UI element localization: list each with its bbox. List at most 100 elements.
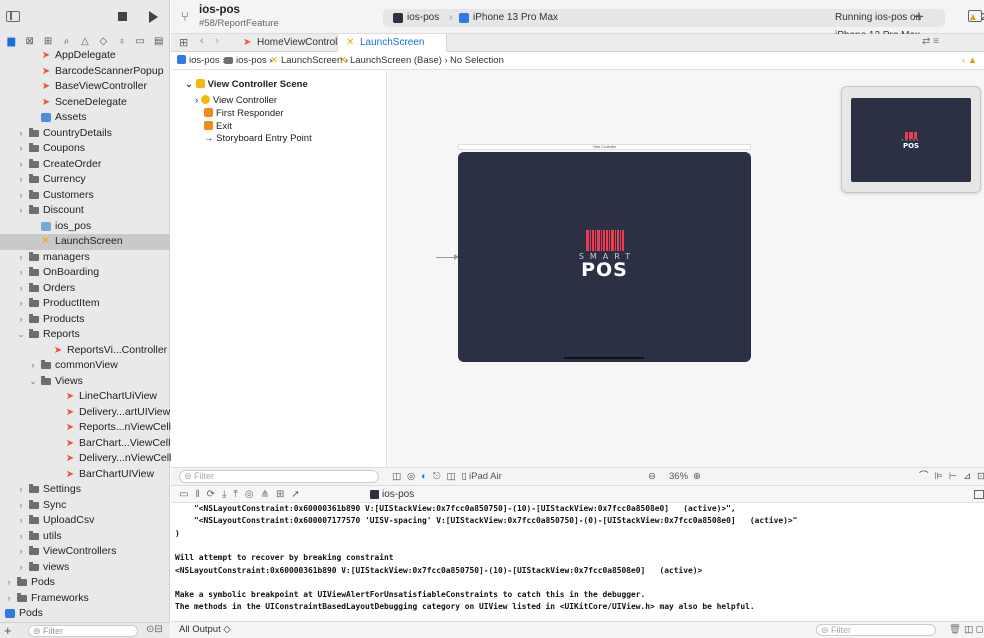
breakpoint-icon[interactable]: ▭	[132, 35, 148, 49]
stop-icon[interactable]	[118, 12, 127, 21]
canvas-minimap[interactable]: SMART POS	[841, 86, 981, 193]
environment-icon[interactable]: ⊞	[276, 489, 291, 500]
breadcrumb-project[interactable]: ios-pos ›	[177, 52, 225, 70]
chevron-right-icon[interactable]: ›	[17, 203, 25, 219]
chevron-right-icon[interactable]: ›	[17, 498, 25, 514]
add-constraints-icon[interactable]: ⊢	[949, 471, 963, 482]
sidebar-item-launchscreen[interactable]: ✕ LaunchScreen	[0, 234, 170, 250]
chevron-right-icon[interactable]: ›	[17, 529, 25, 545]
issue-icon[interactable]: △	[77, 35, 93, 49]
sidebar-item-views[interactable]: ⌄ Views	[0, 374, 170, 390]
library-add-icon[interactable]: +	[914, 7, 924, 27]
chevron-right-icon[interactable]: ›	[17, 141, 25, 157]
chevron-right-icon[interactable]: ›	[29, 358, 37, 374]
zoom-out-icon[interactable]: ⊖	[648, 468, 656, 485]
breadcrumb-file[interactable]: ✕ LaunchScreen ›	[270, 52, 348, 70]
tab-home-view-controller[interactable]: ➤ HomeViewController	[235, 34, 349, 52]
light-mode-icon[interactable]: ◎	[407, 471, 421, 482]
output-selector[interactable]: All Output ◇	[179, 622, 231, 638]
sidebar-item-delivery-nviewcell[interactable]: ➤ Delivery...nViewCell	[0, 451, 172, 467]
run-icon[interactable]	[149, 11, 158, 23]
sidebar-item-appdelegate[interactable]: ➤ AppDelegate	[0, 48, 170, 64]
chevron-down-icon[interactable]: ⌄	[17, 327, 25, 343]
zoom-in-icon[interactable]: ⊕	[693, 468, 701, 485]
sidebar-item-currency[interactable]: › Currency	[0, 172, 170, 188]
chevron-right-icon[interactable]: ›	[17, 126, 25, 142]
outline-view-controller[interactable]: › View Controller	[195, 95, 277, 106]
sidebar-item-uploadcsv[interactable]: › UploadCsv	[0, 513, 170, 529]
sidebar-item-linechartuiview[interactable]: ➤ LineChartUiView	[0, 389, 170, 405]
sidebar-item-products[interactable]: › Products	[0, 312, 170, 328]
sidebar-item-productitem[interactable]: › ProductItem	[0, 296, 170, 312]
branch-name[interactable]: #58/ReportFeature	[199, 18, 279, 29]
sidebar-item-viewcontrollers[interactable]: › ViewControllers	[0, 544, 170, 560]
layout-icon[interactable]: ◫	[447, 471, 462, 482]
location-icon[interactable]: ➚	[291, 489, 306, 500]
sidebar-item-settings[interactable]: › Settings	[0, 482, 170, 498]
forward-icon[interactable]: ›	[215, 35, 219, 47]
update-frames-icon[interactable]: ⌒	[919, 471, 935, 482]
sidebar-item-orders[interactable]: › Orders	[0, 281, 170, 297]
appearance-toggles[interactable]: ◫◎◐⎋◫▯	[392, 468, 473, 485]
trash-icon[interactable]: 🗑	[949, 622, 961, 638]
console-filter-input[interactable]: ⊜ Filter	[816, 624, 936, 636]
scene-title-bar[interactable]: View Controller	[458, 144, 751, 150]
project-name[interactable]: ios-pos	[199, 4, 240, 16]
sidebar-item-reportsvi-controller[interactable]: ➤ ReportsVi...Controller	[0, 343, 170, 359]
navigator-filter-input[interactable]: ⊜ Filter	[28, 625, 138, 637]
add-icon[interactable]: +	[4, 623, 12, 638]
sidebar-item-customers[interactable]: › Customers	[0, 188, 170, 204]
sidebar-item-baseviewcontroller[interactable]: ➤ BaseViewController	[0, 79, 170, 95]
sidebar-item-views[interactable]: › views	[0, 560, 170, 576]
source-control-icon[interactable]: ⊠	[21, 35, 37, 49]
breadcrumb-base[interactable]: ✕ LaunchScreen (Base) ›	[339, 52, 448, 70]
sidebar-item-pods[interactable]: › Pods	[0, 575, 170, 591]
chevron-right-icon[interactable]: ›	[17, 281, 25, 297]
sidebar-item-barcodescannerpopup[interactable]: ➤ BarcodeScannerPopup	[0, 64, 170, 80]
view-debugger-icon[interactable]: ◎	[245, 489, 261, 500]
sidebar-item-countrydetails[interactable]: › CountryDetails	[0, 126, 170, 142]
sidebar-item-utils[interactable]: › utils	[0, 529, 170, 545]
outline-entry-point[interactable]: → Storyboard Entry Point	[204, 133, 312, 144]
sidebar-item-ios-pos[interactable]: ios_pos	[0, 219, 170, 235]
outline-filter-input[interactable]: ⊜ Filter	[179, 470, 379, 483]
sidebar-toggle-icon[interactable]	[6, 11, 20, 22]
chevron-right-icon[interactable]: ›	[17, 157, 25, 173]
back-icon[interactable]: ‹	[200, 35, 204, 47]
chevron-right-icon[interactable]: ›	[0, 606, 1, 622]
chevron-right-icon[interactable]: ›	[17, 172, 25, 188]
sidebar-item-onboarding[interactable]: › OnBoarding	[0, 265, 170, 281]
issues-nav-icon[interactable]: ‹ ▲	[962, 52, 977, 70]
destination-selector[interactable]: iPhone 13 Pro Max	[473, 9, 558, 27]
outline-first-responder[interactable]: First Responder	[204, 108, 284, 119]
scheme-selector[interactable]: ios-pos	[407, 9, 439, 27]
sidebar-item-discount[interactable]: › Discount	[0, 203, 170, 219]
chevron-right-icon[interactable]: ›	[17, 265, 25, 281]
chevron-right-icon[interactable]: ›	[17, 188, 25, 204]
scene-row[interactable]: ⌄ View Controller Scene	[185, 79, 308, 90]
sidebar-item-barchartuiview[interactable]: ➤ BarChartUIView	[0, 467, 170, 483]
chevron-right-icon[interactable]: ›	[17, 560, 25, 576]
embed-icon[interactable]: ⊡	[977, 471, 984, 482]
sidebar-item-sync[interactable]: › Sync	[0, 498, 170, 514]
layout-tools[interactable]: ⌒⊫⊢⊿⊡	[919, 468, 984, 485]
tab-launch-screen[interactable]: ✕ LaunchScreen (Base)	[337, 34, 447, 66]
find-icon[interactable]: ⌕	[58, 35, 74, 49]
sidebar-item-assets[interactable]: Assets	[0, 110, 170, 126]
chevron-right-icon[interactable]: ›	[17, 250, 25, 266]
chevron-right-icon[interactable]: ›	[17, 296, 25, 312]
editor-options-icon[interactable]: ⇄ ≡	[922, 36, 939, 47]
sidebar-item-pods[interactable]: › Pods	[0, 606, 170, 622]
breadcrumb-selection[interactable]: No Selection	[450, 52, 504, 70]
folder-navigator-icon[interactable]: ▆	[3, 35, 19, 49]
chevron-down-icon[interactable]: ⌄	[29, 374, 37, 390]
sidebar-item-reports[interactable]: ⌄ Reports	[0, 327, 170, 343]
debug-app-name[interactable]: ios-pos	[382, 486, 414, 503]
sidebar-item-delivery-artuiview[interactable]: ➤ Delivery...artUIView	[0, 405, 170, 421]
console-output[interactable]: "<NSLayoutConstraint:0x60000361b890 V:[U…	[171, 503, 984, 621]
breadcrumb-group[interactable]: ios-pos ›	[224, 52, 272, 70]
step-out-icon[interactable]: ⤒	[233, 489, 244, 500]
chevron-right-icon[interactable]: ›	[17, 482, 25, 498]
debug-icon[interactable]: ♁	[114, 35, 130, 49]
chevron-right-icon[interactable]: ›	[17, 513, 25, 529]
